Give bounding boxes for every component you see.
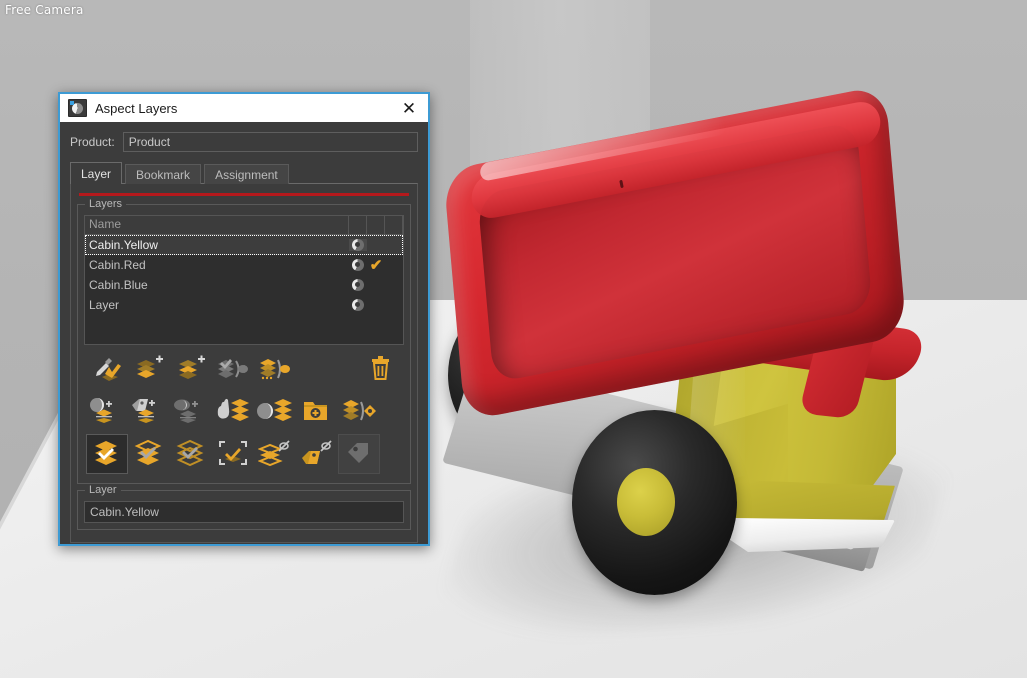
new-layer-from-selection-button[interactable] <box>128 350 170 390</box>
tab-layer[interactable]: Layer <box>70 162 122 184</box>
product-input[interactable]: Product <box>123 132 418 152</box>
toy-dump-truck-model[interactable] <box>420 110 980 610</box>
toolbar-row-3 <box>86 433 402 475</box>
visibility-eye-icon[interactable] <box>349 279 367 291</box>
tab-panel-layer: Layers Name Cabin.Yellow <box>70 183 418 543</box>
dialog-title-bar[interactable]: Aspect Layers ✕ <box>60 94 428 122</box>
sphere-layers-icon <box>256 397 294 428</box>
front-wheel <box>572 410 737 595</box>
folder-plus-icon <box>302 397 332 428</box>
close-icon[interactable]: ✕ <box>394 95 424 121</box>
tab-bookmark[interactable]: Bookmark <box>125 164 201 184</box>
layers-add-icon <box>176 355 206 386</box>
select-all-layers-button[interactable] <box>128 434 170 474</box>
layer-group: Layer Cabin.Yellow <box>77 490 411 530</box>
layer-name: Cabin.Yellow <box>85 238 349 252</box>
camera-label: Free Camera <box>5 3 84 17</box>
toolbar-row-1 <box>86 349 402 391</box>
table-row[interactable]: Layer <box>85 295 403 315</box>
tag-icon <box>345 440 373 469</box>
layers-bracket-arrow-icon <box>258 355 292 386</box>
visibility-eye-icon[interactable] <box>349 259 367 271</box>
material-layers-button[interactable] <box>254 392 296 432</box>
layer-properties-button[interactable] <box>338 392 380 432</box>
layers-slash-icon <box>258 439 292 470</box>
toolbar-row-2 <box>86 391 402 433</box>
column-header-active[interactable] <box>367 216 385 234</box>
active-check-icon[interactable]: ✔ <box>367 258 385 273</box>
new-layer-button[interactable] <box>170 350 212 390</box>
layers-group: Layers Name Cabin.Yellow <box>77 204 411 484</box>
edit-tag-button <box>338 434 380 474</box>
new-folder-button[interactable] <box>296 392 338 432</box>
layers-group-legend: Layers <box>85 198 126 210</box>
add-tag-variant-button[interactable] <box>128 392 170 432</box>
accent-bar <box>79 193 409 196</box>
dialog-title: Aspect Layers <box>95 101 394 116</box>
layers-check-outline-icon <box>134 439 164 470</box>
hide-layers-button[interactable] <box>254 434 296 474</box>
hand-layers-icon <box>214 397 252 428</box>
eyedropper-layer-icon <box>92 355 122 386</box>
column-header-extra[interactable] <box>385 216 403 234</box>
layers-list-header: Name <box>85 216 403 235</box>
trash-icon <box>368 355 394 386</box>
product-label: Product: <box>70 135 115 149</box>
layer-name: Cabin.Red <box>85 258 349 272</box>
zoom-to-selection-button[interactable] <box>212 434 254 474</box>
add-visibility-variant-button[interactable] <box>170 392 212 432</box>
dialog-body: Product: Product Layer Bookmark Assignme… <box>60 122 428 544</box>
layers-check-arrow-icon <box>216 355 250 386</box>
layer-name-field[interactable]: Cabin.Yellow <box>84 501 404 523</box>
visibility-eye-icon[interactable] <box>349 239 367 251</box>
sphere-plus-layers-icon <box>88 397 126 428</box>
column-header-visibility[interactable] <box>349 216 367 234</box>
layer-name: Cabin.Blue <box>85 278 349 292</box>
apply-layer-button[interactable] <box>212 350 254 390</box>
layers-bracket-diamond-icon <box>341 397 377 428</box>
aspect-layers-icon <box>68 99 87 117</box>
add-material-variant-button[interactable] <box>86 392 128 432</box>
tag-slash-icon <box>300 439 334 470</box>
assign-layers-button[interactable] <box>254 350 296 390</box>
layer-group-legend: Layer <box>85 484 121 496</box>
visibility-eye-icon[interactable] <box>349 299 367 311</box>
column-header-name[interactable]: Name <box>85 216 349 234</box>
tag-plus-layers-icon <box>130 397 168 428</box>
layers-check-dim-icon <box>176 439 206 470</box>
table-row[interactable]: Cabin.Red ✔ <box>85 255 403 275</box>
product-row: Product: Product <box>70 132 418 152</box>
delete-layer-button[interactable] <box>360 350 402 390</box>
frame-check-icon <box>217 439 249 470</box>
layer-name: Layer <box>85 298 349 312</box>
deselect-layers-button[interactable] <box>170 434 212 474</box>
layers-check-filled-icon <box>92 439 122 470</box>
pick-objects-button[interactable] <box>212 392 254 432</box>
table-row[interactable]: Cabin.Blue <box>85 275 403 295</box>
remove-tag-button[interactable] <box>296 434 338 474</box>
layers-toolbar <box>84 345 404 477</box>
pick-layer-button[interactable] <box>86 350 128 390</box>
tab-bar: Layer Bookmark Assignment <box>70 162 418 184</box>
tab-assignment[interactable]: Assignment <box>204 164 289 184</box>
front-bumper-trim <box>720 518 895 552</box>
eye-plus-layers-icon <box>172 397 210 428</box>
aspect-layers-dialog[interactable]: Aspect Layers ✕ Product: Product Layer B… <box>58 92 430 546</box>
layers-plus-icon <box>134 355 164 386</box>
activate-layer-button[interactable] <box>86 434 128 474</box>
table-row[interactable]: Cabin.Yellow <box>85 235 403 255</box>
front-wheel-hub <box>617 468 675 536</box>
layers-list[interactable]: Name Cabin.Yellow Cabin.Red <box>84 215 404 345</box>
